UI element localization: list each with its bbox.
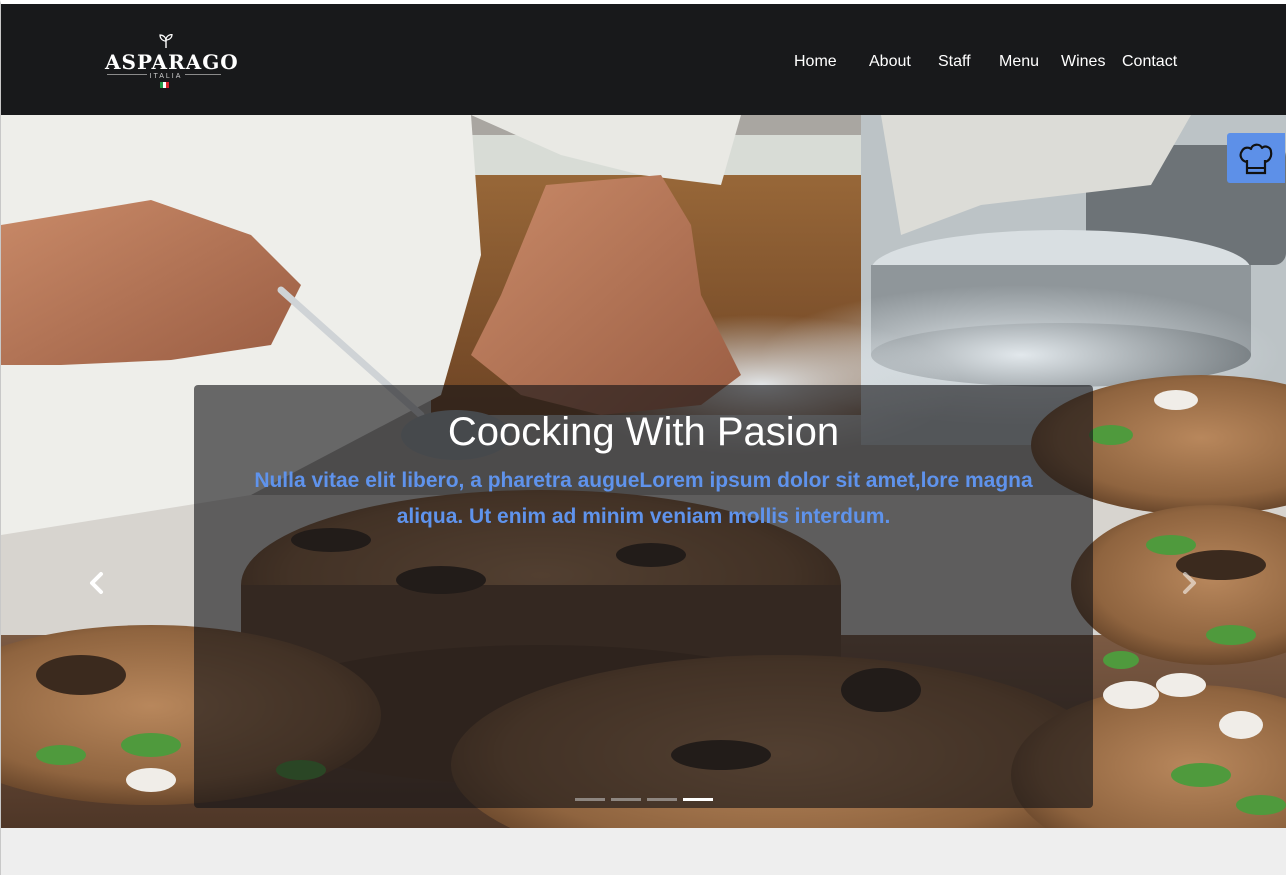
carousel-next[interactable]	[1169, 563, 1209, 603]
hero-description: Nulla vitae elit libero, a pharetra augu…	[254, 469, 1033, 528]
carousel-indicator-1[interactable]	[575, 798, 605, 801]
hero-title: Coocking With Pasion	[447, 410, 840, 454]
carousel-indicator-4[interactable]	[683, 798, 713, 801]
nav-staff[interactable]: Staff	[938, 52, 971, 72]
carousel-indicators	[575, 798, 715, 802]
nav-contact[interactable]: Contact	[1122, 52, 1177, 72]
carousel-indicator-3[interactable]	[647, 798, 677, 801]
chevron-left-icon	[90, 572, 103, 594]
nav-wines[interactable]: Wines	[1061, 52, 1105, 72]
chevron-right-icon	[1183, 572, 1196, 594]
nav-home[interactable]: Home	[794, 52, 837, 72]
nav-menu[interactable]: Menu	[999, 52, 1039, 72]
carousel-prev[interactable]	[77, 563, 117, 603]
carousel-indicator-2[interactable]	[611, 798, 641, 801]
below-hero-section	[1, 828, 1286, 875]
main-nav: Home About Staff Menu Wines Contact	[1, 4, 1286, 115]
nav-about[interactable]: About	[869, 52, 911, 72]
navbar: ASPARAGO ITALIA Home About Staff Menu Wi…	[1, 4, 1286, 115]
carousel-caption: Coocking With Pasion Nulla vitae elit li…	[194, 385, 1093, 808]
chef-hat-icon	[1239, 143, 1273, 175]
chef-hat-button[interactable]	[1227, 133, 1285, 183]
